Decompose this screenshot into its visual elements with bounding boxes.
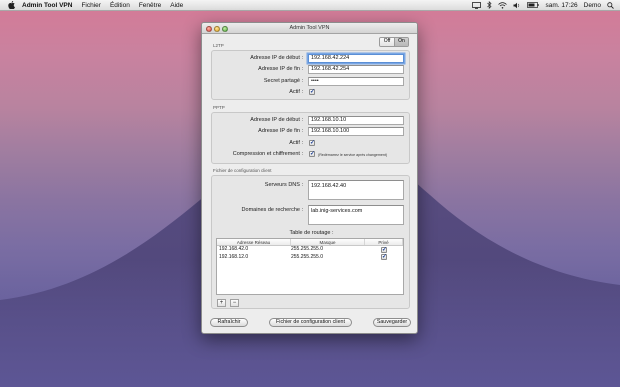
- pptp-active-label: Actif :: [289, 140, 303, 146]
- l2tp-active-label: Actif :: [289, 89, 303, 95]
- row-network: 192.168.12.0: [219, 253, 249, 260]
- pptp-compression-label: Compression et chiffrement :: [232, 151, 303, 157]
- row-private-checkbox[interactable]: ✓: [381, 246, 387, 253]
- l2tp-start-ip-field[interactable]: 192.168.42.224: [308, 54, 404, 63]
- wifi-icon[interactable]: [498, 1, 508, 9]
- add-route-button[interactable]: +: [217, 299, 226, 307]
- remove-route-button[interactable]: −: [230, 299, 239, 307]
- l2tp-end-ip-field[interactable]: 192.168.42.254: [308, 65, 404, 74]
- client-config-file-button[interactable]: Fichier de configuration client: [269, 318, 352, 327]
- display-icon[interactable]: [472, 1, 482, 9]
- toggle-on[interactable]: On: [394, 38, 408, 46]
- l2tp-start-ip-label: Adresse IP de début :: [250, 55, 303, 61]
- admin-tool-window: Admin Tool VPN Off On L2TP Adresse IP de…: [201, 22, 418, 334]
- pptp-end-ip-label: Adresse IP de fin :: [258, 128, 303, 134]
- l2tp-end-ip-label: Adresse IP de fin :: [258, 66, 303, 72]
- clock[interactable]: sam. 17:26: [545, 0, 577, 11]
- window-title: Admin Tool VPN: [289, 25, 330, 31]
- bluetooth-icon[interactable]: [487, 1, 492, 9]
- table-row[interactable]: 192.168.42.0 255.255.255.0 ✓: [217, 246, 403, 254]
- spotlight-icon[interactable]: [607, 1, 614, 9]
- pptp-compression-checkbox[interactable]: ✓: [309, 151, 315, 157]
- window-titlebar[interactable]: Admin Tool VPN: [202, 23, 417, 34]
- pptp-section-title: PPTP: [213, 105, 225, 110]
- pptp-compression-note: (Redémarrez le service après changement): [318, 152, 388, 157]
- volume-icon[interactable]: [513, 2, 521, 9]
- refresh-button[interactable]: Rafraîchir: [210, 318, 248, 327]
- row-private-cell: ✓: [365, 246, 403, 254]
- minimize-window-button[interactable]: [214, 25, 220, 32]
- search-domains-label: Domaines de recherche :: [241, 207, 303, 213]
- routing-table[interactable]: Adresse Réseau Masque Privé 192.168.42.0…: [216, 238, 404, 295]
- save-button[interactable]: Sauvegarder: [373, 318, 411, 327]
- pptp-box: Adresse IP de début : 192.168.10.10 Adre…: [211, 112, 410, 164]
- l2tp-section-title: L2TP: [213, 43, 224, 48]
- row-private-cell: ✓: [365, 254, 403, 262]
- col-private-header[interactable]: Privé: [365, 239, 403, 245]
- l2tp-box: Adresse IP de début : 192.168.42.224 Adr…: [211, 50, 410, 100]
- zoom-window-button[interactable]: [222, 25, 228, 32]
- user-menu[interactable]: Demo: [584, 0, 601, 11]
- row-mask: 255.255.255.0: [291, 253, 323, 260]
- menu-app-name[interactable]: Admin Tool VPN: [22, 0, 72, 11]
- menu-edition[interactable]: Édition: [110, 0, 130, 11]
- menu-fenetre[interactable]: Fenêtre: [139, 0, 161, 11]
- l2tp-secret-field[interactable]: ••••: [308, 77, 404, 86]
- pptp-start-ip-field[interactable]: 192.168.10.10: [308, 116, 404, 125]
- pptp-end-ip-field[interactable]: 192.168.10.100: [308, 127, 404, 136]
- menu-aide[interactable]: Aide: [170, 0, 183, 11]
- menu-fichier[interactable]: Fichier: [81, 0, 101, 11]
- table-row[interactable]: 192.168.12.0 255.255.255.0 ✓: [217, 254, 403, 262]
- apple-menu-icon[interactable]: [7, 1, 15, 9]
- dns-label: Serveurs DNS :: [264, 182, 303, 188]
- row-network: 192.168.42.0: [219, 246, 249, 252]
- routing-table-label: Table de routage :: [289, 230, 334, 236]
- pptp-active-checkbox[interactable]: ✓: [309, 140, 315, 146]
- toggle-off[interactable]: Off: [380, 38, 394, 46]
- routing-table-header: Adresse Réseau Masque Privé: [217, 239, 403, 246]
- search-domains-field[interactable]: lab.inig-services.com: [308, 205, 404, 225]
- service-toggle[interactable]: Off On: [379, 37, 409, 47]
- row-mask: 255.255.255.0: [291, 246, 323, 252]
- dns-field[interactable]: 192.168.42.40: [308, 180, 404, 200]
- battery-icon[interactable]: [527, 2, 540, 8]
- close-window-button[interactable]: [206, 25, 212, 32]
- client-config-section-title: Fichier de configuration client: [213, 168, 272, 173]
- col-mask-header[interactable]: Masque: [291, 239, 365, 245]
- menu-bar: Admin Tool VPN Fichier Édition Fenêtre A…: [0, 0, 620, 11]
- l2tp-active-checkbox[interactable]: ✓: [309, 89, 315, 95]
- row-private-checkbox[interactable]: ✓: [381, 254, 387, 260]
- l2tp-secret-label: Secret partagé :: [263, 78, 303, 84]
- pptp-start-ip-label: Adresse IP de début :: [250, 117, 303, 123]
- col-network-header[interactable]: Adresse Réseau: [217, 239, 291, 245]
